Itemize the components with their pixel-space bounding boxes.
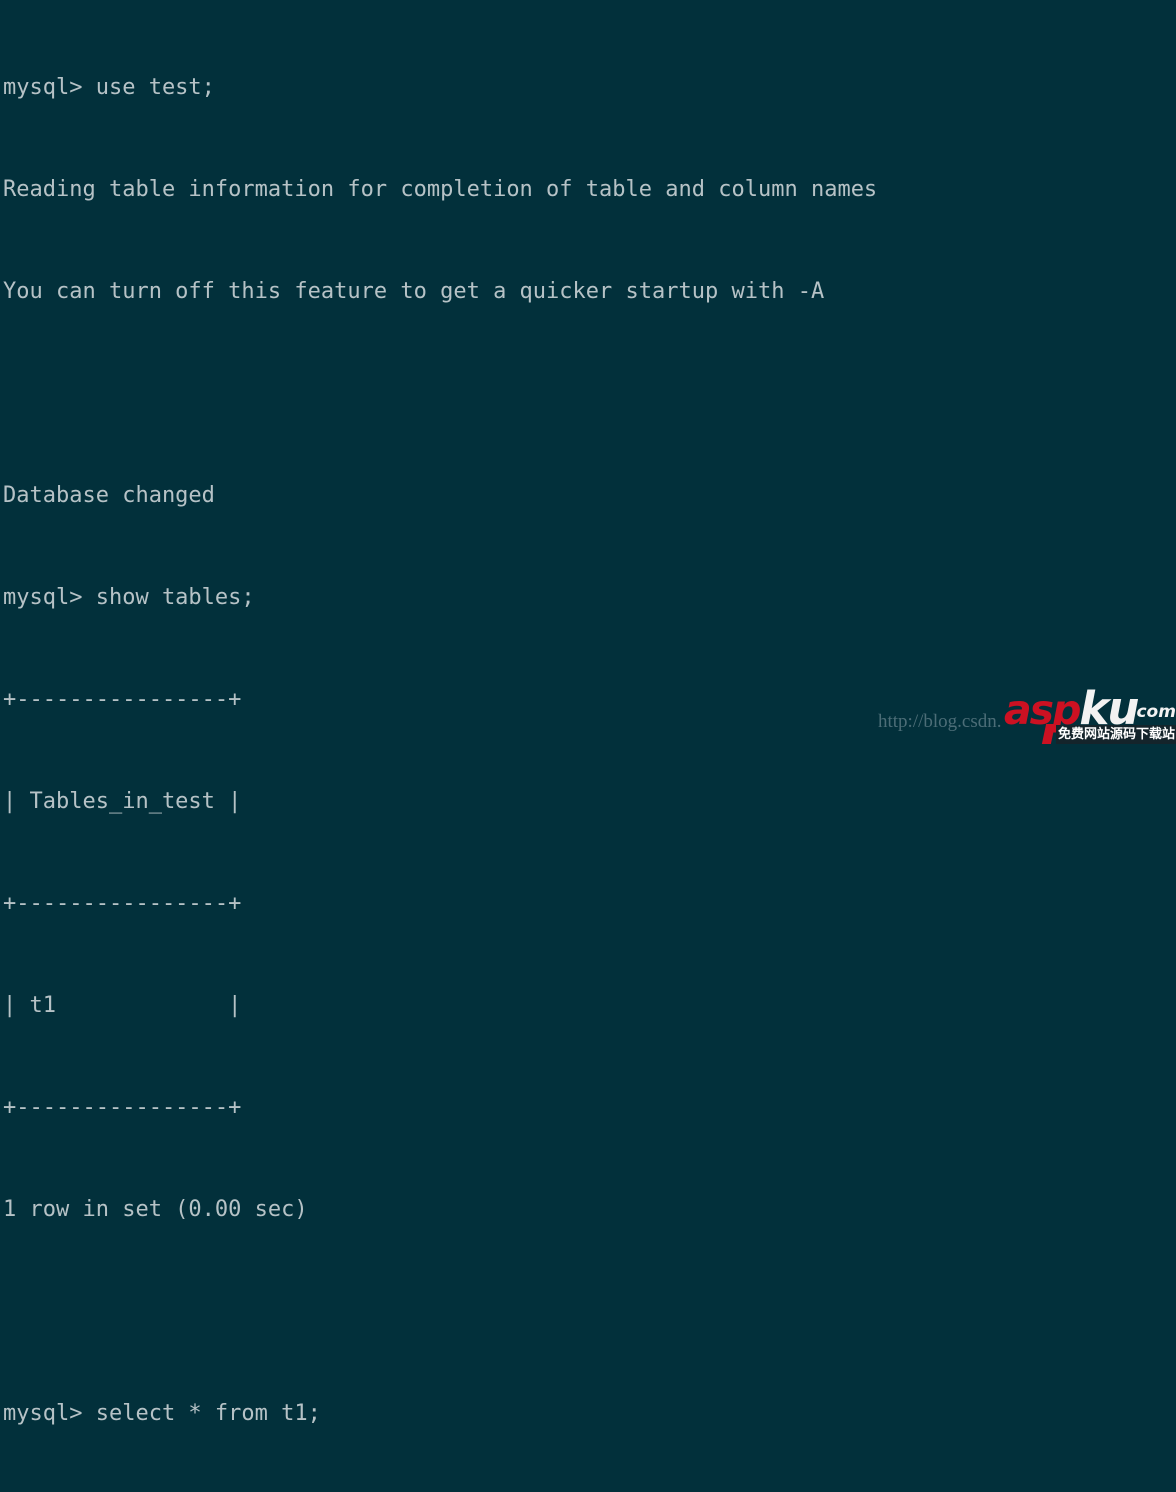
- terminal-line: Database changed: [3, 483, 215, 508]
- watermark-url-text: http://blog.csdn.: [878, 711, 1002, 732]
- terminal-line: You can turn off this feature to get a q…: [3, 279, 825, 304]
- terminal-line: mysql> use test;: [3, 75, 215, 100]
- terminal-line: 1 row in set (0.00 sec): [3, 1197, 308, 1222]
- logo-tld: .com: [1130, 702, 1176, 722]
- terminal-line: Reading table information for completion…: [3, 177, 878, 202]
- terminal-line: mysql> select * from t1;: [3, 1401, 321, 1426]
- logo-subtitle: 免费网站源码下载站!: [1056, 725, 1176, 744]
- terminal-table-border: +----------------+: [3, 1095, 242, 1120]
- terminal-line: mysql> show tables;: [3, 585, 255, 610]
- terminal-output: mysql> use test; Reading table informati…: [3, 3, 1176, 1492]
- aspku-logo-watermark: aspku .com 免费网站源码下载站!: [1004, 686, 1176, 746]
- terminal-window[interactable]: mysql> use test; Reading table informati…: [0, 0, 1176, 1426]
- terminal-table-border: +----------------+: [3, 891, 242, 916]
- terminal-table-row: | t1 |: [3, 993, 242, 1018]
- terminal-table-header: | Tables_in_test |: [3, 789, 242, 814]
